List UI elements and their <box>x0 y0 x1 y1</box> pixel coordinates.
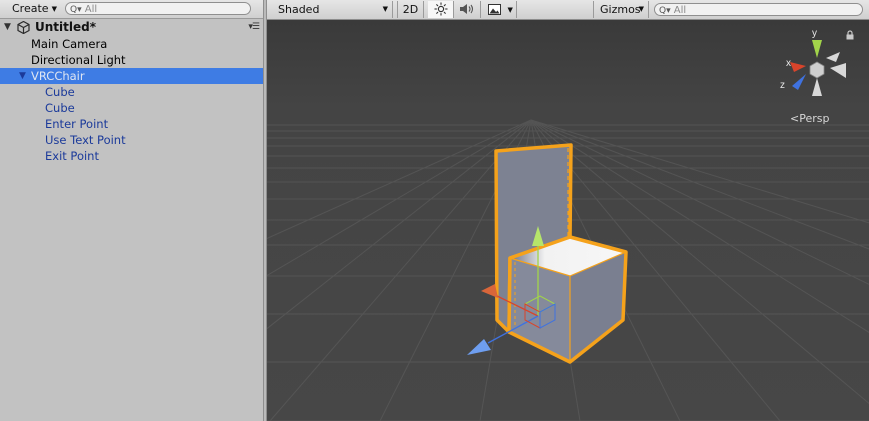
hierarchy-item-label: Use Text Point <box>45 133 126 147</box>
chevron-down-icon: ▼ <box>638 5 644 13</box>
hierarchy-item-label: VRCChair <box>31 69 85 83</box>
chevron-down-icon: ▼ <box>51 5 57 13</box>
search-icon: Q▾ <box>659 6 671 16</box>
sun-icon <box>434 2 447 16</box>
scene-effects-dropdown[interactable]: ▼ <box>485 1 517 18</box>
speaker-icon <box>460 4 474 14</box>
shading-mode-dropdown[interactable]: Shaded ▼ <box>272 1 393 18</box>
hierarchy-panel: Create ▼ Q▾ All ▼ Untitled* ▾☰ Main Camer… <box>0 0 263 421</box>
scene-name: Untitled* <box>35 20 96 34</box>
chevron-left-icon: < <box>790 112 800 125</box>
collapse-arrow-icon[interactable]: ▼ <box>19 68 26 84</box>
hierarchy-item-use-text-point[interactable]: Use Text Point <box>0 132 263 148</box>
create-dropdown[interactable]: Create ▼ <box>8 1 61 16</box>
hierarchy-item-enter-point[interactable]: Enter Point <box>0 116 263 132</box>
hierarchy-item-label: Main Camera <box>31 37 108 51</box>
search-icon: Q▾ <box>70 5 82 15</box>
gizmos-label: Gizmos <box>600 3 641 16</box>
hierarchy-item-label: Enter Point <box>45 117 109 131</box>
hierarchy-item-cube[interactable]: Cube <box>0 100 263 116</box>
scene-viewport[interactable]: y x z <box>267 20 869 421</box>
scene-audio-button[interactable] <box>454 1 481 18</box>
gizmo-y-label: y <box>812 28 817 39</box>
gizmo-z-label: z <box>780 80 785 91</box>
scene-canvas[interactable]: y x z <box>267 20 869 421</box>
hierarchy-item-main-camera[interactable]: Main Camera <box>0 36 263 52</box>
toggle-2d-button[interactable]: 2D <box>397 1 424 18</box>
hierarchy-item-vrcchair[interactable]: ▼ VRCChair <box>0 68 263 84</box>
chevron-down-icon: ▼ <box>382 5 388 13</box>
menu-icon[interactable]: ▾☰ <box>248 22 260 32</box>
hierarchy-item-label: Exit Point <box>45 149 99 163</box>
hierarchy-search-input[interactable]: Q▾ All <box>65 2 251 15</box>
lock-icon[interactable] <box>845 30 855 40</box>
gizmos-dropdown[interactable]: Gizmos ▼ <box>593 1 649 18</box>
scene-root-row[interactable]: ▼ Untitled* ▾☰ <box>0 19 263 36</box>
hierarchy-item-directional-light[interactable]: Directional Light <box>0 52 263 68</box>
hierarchy-item-label: Cube <box>45 101 75 115</box>
image-icon <box>488 4 502 15</box>
scene-toolbar: Shaded ▼ 2D ▼ Gizmos ▼ Q▾ All <box>267 0 869 20</box>
hierarchy-item-cube[interactable]: Cube <box>0 84 263 100</box>
unity-scene-icon <box>17 21 30 34</box>
scene-search-input[interactable]: Q▾ All <box>654 3 863 16</box>
hierarchy-item-exit-point[interactable]: Exit Point <box>0 148 263 164</box>
gizmo-x-label: x <box>786 58 791 69</box>
expand-arrow-icon[interactable]: ▼ <box>4 22 11 32</box>
shading-mode-label: Shaded <box>278 3 320 16</box>
scene-lighting-button[interactable] <box>428 1 454 18</box>
scene-search-placeholder: All <box>673 5 687 16</box>
projection-label: Persp <box>799 112 830 125</box>
toggle-2d-label: 2D <box>402 3 419 16</box>
gizmo-center-cube[interactable] <box>809 61 825 79</box>
create-label: Create <box>12 2 49 15</box>
hierarchy-search-placeholder: All <box>84 4 98 15</box>
projection-toggle[interactable]: <Persp <box>790 112 829 125</box>
hierarchy-item-label: Directional Light <box>31 53 126 67</box>
hierarchy-item-label: Cube <box>45 85 75 99</box>
hierarchy-toolbar: Create ▼ Q▾ All <box>0 0 263 19</box>
chevron-down-icon: ▼ <box>507 6 513 14</box>
